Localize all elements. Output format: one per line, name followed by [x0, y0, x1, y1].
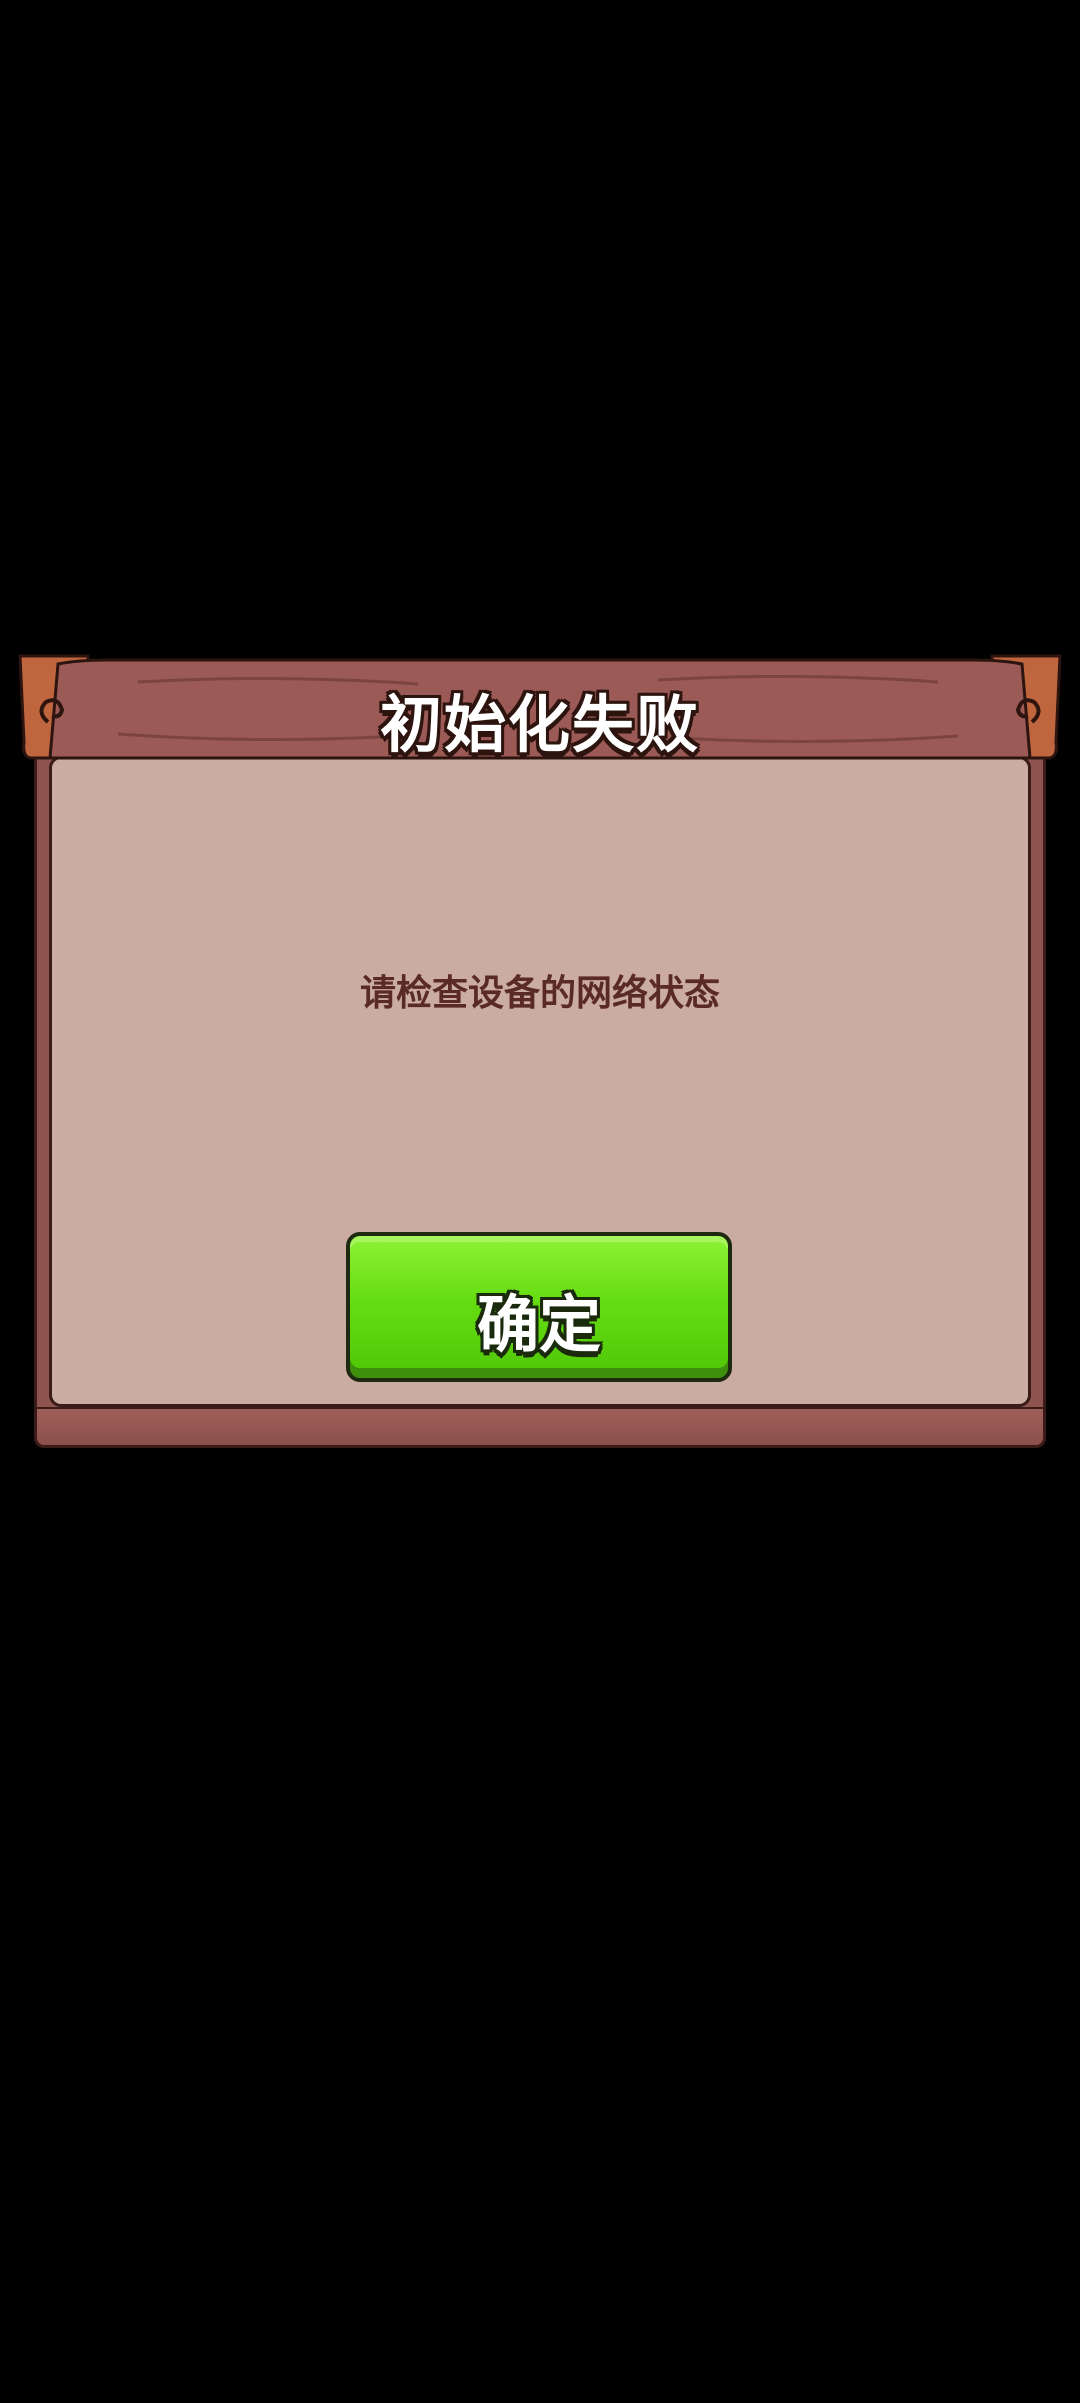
confirm-button[interactable]: 确定: [346, 1232, 732, 1382]
dialog-bottom-plank: [37, 1407, 1043, 1445]
dialog-title: 初始化失败: [379, 688, 700, 761]
screen: 初始化失败 请检查设备的网络状态 确定: [0, 0, 1080, 2403]
confirm-button-label: 确定: [476, 1288, 601, 1361]
dialog-header-sign: 初始化失败: [18, 652, 1062, 762]
dialog-message: 请检查设备的网络状态: [359, 973, 720, 1014]
